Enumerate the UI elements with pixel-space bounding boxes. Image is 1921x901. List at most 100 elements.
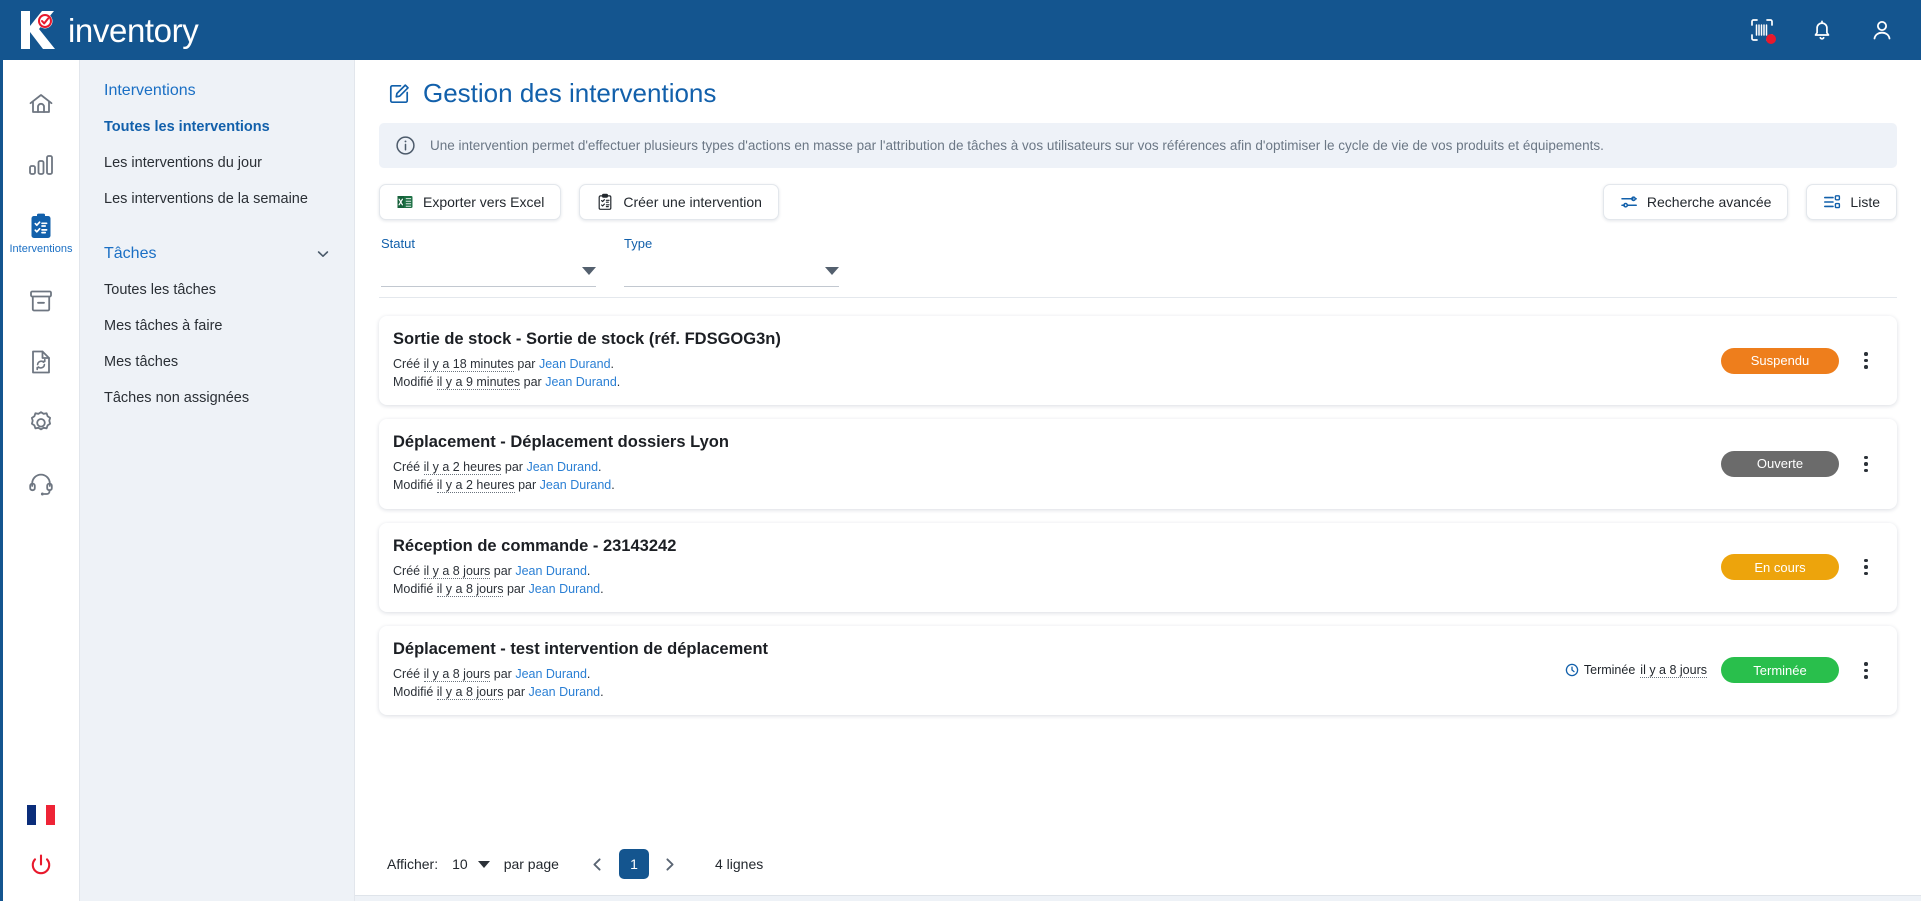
modified-relative-time[interactable]: il y a 2 heures: [437, 478, 515, 493]
next-page-button[interactable]: [657, 849, 683, 879]
row-menu-kebab-icon[interactable]: [1853, 657, 1879, 683]
subnav-item-mes-taches-a-faire[interactable]: Mes tâches à faire: [80, 309, 354, 345]
completion-relative-time[interactable]: il y a 8 jours: [1640, 663, 1707, 678]
list-item[interactable]: Réception de commande - 23143242 Créé il…: [379, 523, 1897, 612]
page-size-select[interactable]: 10: [452, 856, 490, 872]
created-user-link[interactable]: Jean Durand: [515, 667, 587, 681]
subnav-item-interventions-de-la-semaine[interactable]: Les interventions de la semaine: [80, 182, 354, 218]
subnav-item-toutes-les-taches[interactable]: Toutes les tâches: [80, 273, 354, 309]
subnav-item-interventions-du-jour[interactable]: Les interventions du jour: [80, 146, 354, 182]
pagination-bar: Afficher: 10 par page 1: [379, 849, 763, 879]
status-badge[interactable]: En cours: [1721, 554, 1839, 580]
list-view-icon: [1823, 193, 1841, 211]
chevron-down-icon[interactable]: [478, 861, 490, 868]
list-item-content: Déplacement - test intervention de dépla…: [393, 640, 768, 701]
info-circle-icon: [395, 135, 416, 156]
sidebar-item-settings[interactable]: [9, 397, 73, 447]
modified-relative-time[interactable]: il y a 9 minutes: [437, 375, 520, 390]
row-menu-kebab-icon[interactable]: [1853, 554, 1879, 580]
created-user-link[interactable]: Jean Durand: [515, 564, 587, 578]
list-item-content: Réception de commande - 23143242 Créé il…: [393, 537, 676, 598]
created-user-link[interactable]: Jean Durand: [526, 460, 598, 474]
created-user-link[interactable]: Jean Durand: [539, 357, 611, 371]
created-relative-time[interactable]: il y a 8 jours: [424, 667, 491, 682]
home-icon: [26, 89, 56, 119]
by-word: par: [507, 685, 525, 699]
row-menu-kebab-icon[interactable]: [1853, 451, 1879, 477]
modified-user-link[interactable]: Jean Durand: [529, 685, 601, 699]
status-badge[interactable]: Suspendu: [1721, 348, 1839, 374]
filter-type[interactable]: Type: [624, 236, 839, 287]
brand-logo[interactable]: inventory: [14, 7, 198, 53]
filter-statut-label: Statut: [381, 236, 596, 251]
sidebar-item-documents-sync[interactable]: [9, 336, 73, 386]
completion-note: Terminée il y a 8 jours: [1565, 663, 1707, 678]
modified-user-link[interactable]: Jean Durand: [540, 478, 612, 492]
page-number-1[interactable]: 1: [619, 849, 649, 879]
logout-power-icon[interactable]: [26, 851, 56, 881]
language-flag-fr-icon[interactable]: [27, 805, 55, 825]
status-badge[interactable]: Ouverte: [1721, 451, 1839, 477]
sidebar-item-statistics[interactable]: [9, 139, 73, 189]
document-sync-icon: [26, 347, 56, 377]
sidebar-item-support[interactable]: [9, 458, 73, 508]
subnav-group-taches-label: Tâches: [104, 245, 156, 263]
clipboard-checklist-icon: [596, 193, 614, 211]
advanced-search-button[interactable]: Recherche avancée: [1603, 184, 1789, 220]
created-relative-time[interactable]: il y a 18 minutes: [424, 357, 514, 372]
subnav-spacer: [80, 217, 354, 245]
modified-prefix: Modifié: [393, 478, 433, 492]
body-container: Interventions: [0, 60, 1921, 901]
subnav-group-taches-title[interactable]: Tâches: [80, 245, 354, 263]
filter-statut-select[interactable]: [381, 265, 596, 287]
by-word: par: [494, 667, 512, 681]
list-item-actions: En cours: [1721, 554, 1879, 580]
bell-icon[interactable]: [1809, 17, 1835, 43]
list-item[interactable]: Sortie de stock - Sortie de stock (réf. …: [379, 316, 1897, 405]
modified-prefix: Modifié: [393, 375, 433, 389]
list-item[interactable]: Déplacement - test intervention de dépla…: [379, 626, 1897, 715]
modified-relative-time[interactable]: il y a 8 jours: [437, 582, 504, 597]
view-list-label: Liste: [1850, 194, 1880, 210]
previous-page-button[interactable]: [585, 849, 611, 879]
subnav-item-taches-non-assignees[interactable]: Tâches non assignées: [80, 381, 354, 417]
list-item-title: Réception de commande - 23143242: [393, 537, 676, 556]
modified-user-link[interactable]: Jean Durand: [545, 375, 617, 389]
modified-user-link[interactable]: Jean Durand: [529, 582, 601, 596]
subnav-item-mes-taches[interactable]: Mes tâches: [80, 345, 354, 381]
created-relative-time[interactable]: il y a 2 heures: [424, 460, 502, 475]
list-item-created: Créé il y a 18 minutes par Jean Durand.: [393, 355, 781, 373]
list-item[interactable]: Déplacement - Déplacement dossiers Lyon …: [379, 419, 1897, 508]
user-icon[interactable]: [1869, 17, 1895, 43]
by-word: par: [518, 478, 536, 492]
create-intervention-button[interactable]: Créer une intervention: [579, 184, 779, 220]
brand-name: inventory: [68, 14, 198, 47]
list-item-actions: Suspendu: [1721, 348, 1879, 374]
by-word: par: [517, 357, 535, 371]
status-badge[interactable]: Terminée: [1721, 657, 1839, 683]
chevron-down-icon[interactable]: [316, 247, 330, 261]
filter-type-select[interactable]: [624, 265, 839, 287]
subnav-group-interventions-label: Interventions: [104, 82, 196, 100]
toolbar-left-group: Exporter vers Excel Créer une interventi…: [379, 184, 779, 220]
modified-relative-time[interactable]: il y a 8 jours: [437, 685, 504, 700]
sidebar-item-interventions[interactable]: Interventions: [9, 200, 73, 264]
barcode-scan-icon[interactable]: [1749, 17, 1775, 43]
gear-icon: [26, 408, 56, 438]
sidebar-item-stock[interactable]: [9, 275, 73, 325]
export-excel-button[interactable]: Exporter vers Excel: [379, 184, 561, 220]
main-content: Gestion des interventions Une interventi…: [355, 60, 1921, 901]
subnav-item-toutes-les-interventions[interactable]: Toutes les interventions: [80, 110, 354, 146]
row-menu-kebab-icon[interactable]: [1853, 348, 1879, 374]
chevron-down-icon: [825, 267, 839, 275]
sidebar-item-home[interactable]: [9, 78, 73, 128]
list-item-title: Déplacement - Déplacement dossiers Lyon: [393, 433, 729, 452]
view-list-button[interactable]: Liste: [1806, 184, 1897, 220]
created-relative-time[interactable]: il y a 8 jours: [424, 564, 491, 579]
created-prefix: Créé: [393, 564, 420, 578]
list-item-actions: Terminée il y a 8 jours Terminée: [1565, 657, 1879, 683]
filter-type-label: Type: [624, 236, 839, 251]
list-item-title: Sortie de stock - Sortie de stock (réf. …: [393, 330, 781, 349]
filter-statut[interactable]: Statut: [381, 236, 596, 287]
list-item-created: Créé il y a 8 jours par Jean Durand.: [393, 665, 768, 683]
